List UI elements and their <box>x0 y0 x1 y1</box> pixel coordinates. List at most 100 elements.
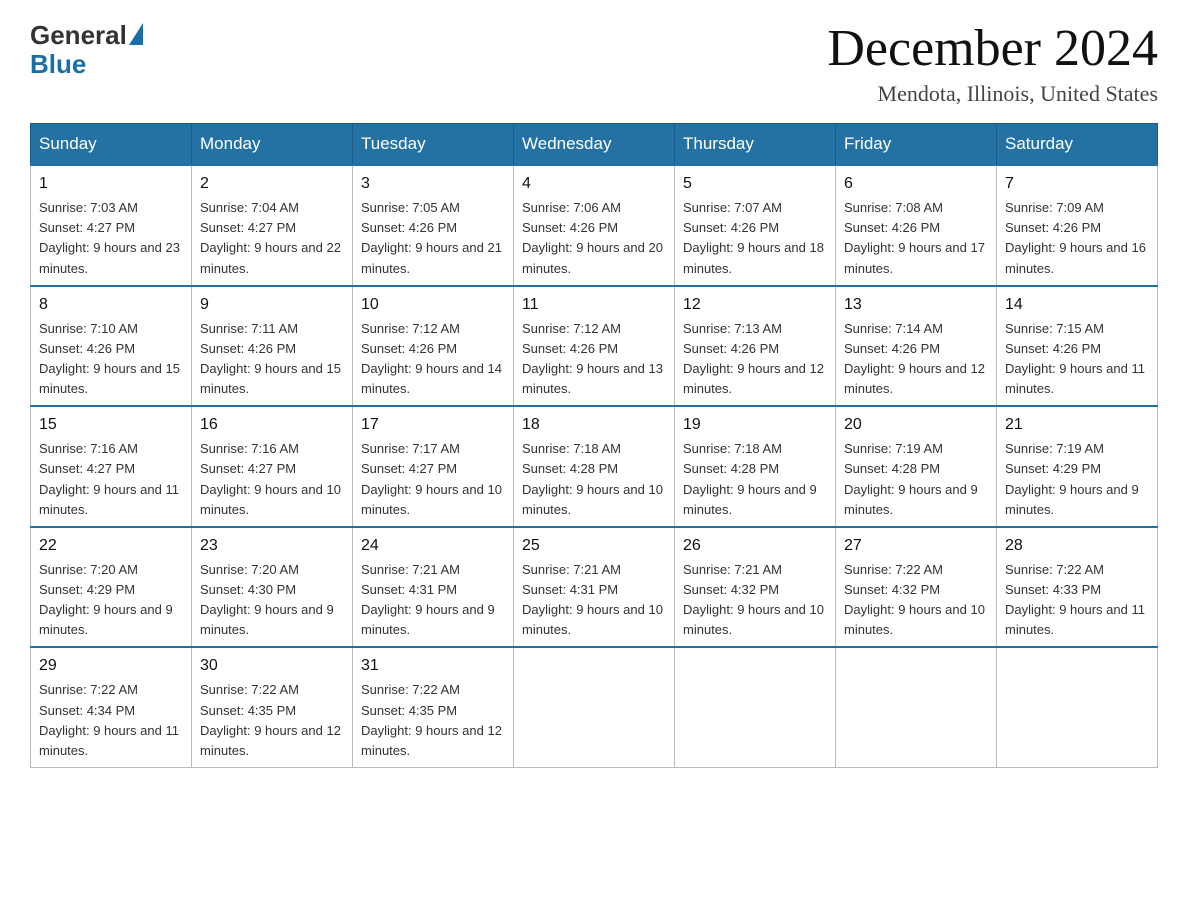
col-monday: Monday <box>192 124 353 166</box>
col-thursday: Thursday <box>675 124 836 166</box>
col-sunday: Sunday <box>31 124 192 166</box>
table-row: 1 Sunrise: 7:03 AMSunset: 4:27 PMDayligh… <box>31 165 192 286</box>
day-number: 14 <box>1005 293 1149 317</box>
day-number: 2 <box>200 172 344 196</box>
day-info: Sunrise: 7:22 AMSunset: 4:35 PMDaylight:… <box>200 682 341 757</box>
table-row: 17 Sunrise: 7:17 AMSunset: 4:27 PMDaylig… <box>353 406 514 527</box>
day-number: 10 <box>361 293 505 317</box>
table-row: 25 Sunrise: 7:21 AMSunset: 4:31 PMDaylig… <box>514 527 675 648</box>
logo: General Blue <box>30 20 143 80</box>
day-number: 24 <box>361 534 505 558</box>
day-number: 29 <box>39 654 183 678</box>
day-number: 30 <box>200 654 344 678</box>
col-friday: Friday <box>836 124 997 166</box>
table-row: 23 Sunrise: 7:20 AMSunset: 4:30 PMDaylig… <box>192 527 353 648</box>
table-row: 5 Sunrise: 7:07 AMSunset: 4:26 PMDayligh… <box>675 165 836 286</box>
table-row: 21 Sunrise: 7:19 AMSunset: 4:29 PMDaylig… <box>997 406 1158 527</box>
day-number: 13 <box>844 293 988 317</box>
table-row: 18 Sunrise: 7:18 AMSunset: 4:28 PMDaylig… <box>514 406 675 527</box>
day-info: Sunrise: 7:22 AMSunset: 4:33 PMDaylight:… <box>1005 562 1145 637</box>
table-row: 29 Sunrise: 7:22 AMSunset: 4:34 PMDaylig… <box>31 647 192 767</box>
table-row <box>997 647 1158 767</box>
day-info: Sunrise: 7:22 AMSunset: 4:32 PMDaylight:… <box>844 562 985 637</box>
day-number: 19 <box>683 413 827 437</box>
table-row: 11 Sunrise: 7:12 AMSunset: 4:26 PMDaylig… <box>514 286 675 407</box>
table-row: 13 Sunrise: 7:14 AMSunset: 4:26 PMDaylig… <box>836 286 997 407</box>
day-info: Sunrise: 7:21 AMSunset: 4:31 PMDaylight:… <box>361 562 495 637</box>
day-info: Sunrise: 7:08 AMSunset: 4:26 PMDaylight:… <box>844 200 985 275</box>
table-row: 14 Sunrise: 7:15 AMSunset: 4:26 PMDaylig… <box>997 286 1158 407</box>
day-info: Sunrise: 7:21 AMSunset: 4:32 PMDaylight:… <box>683 562 824 637</box>
table-row <box>836 647 997 767</box>
day-number: 23 <box>200 534 344 558</box>
table-row: 16 Sunrise: 7:16 AMSunset: 4:27 PMDaylig… <box>192 406 353 527</box>
day-number: 25 <box>522 534 666 558</box>
day-info: Sunrise: 7:19 AMSunset: 4:28 PMDaylight:… <box>844 441 978 516</box>
day-info: Sunrise: 7:19 AMSunset: 4:29 PMDaylight:… <box>1005 441 1139 516</box>
day-number: 5 <box>683 172 827 196</box>
table-row: 22 Sunrise: 7:20 AMSunset: 4:29 PMDaylig… <box>31 527 192 648</box>
location-text: Mendota, Illinois, United States <box>827 81 1158 107</box>
table-row: 4 Sunrise: 7:06 AMSunset: 4:26 PMDayligh… <box>514 165 675 286</box>
table-row: 24 Sunrise: 7:21 AMSunset: 4:31 PMDaylig… <box>353 527 514 648</box>
day-number: 6 <box>844 172 988 196</box>
col-saturday: Saturday <box>997 124 1158 166</box>
day-number: 22 <box>39 534 183 558</box>
logo-blue-text: Blue <box>30 49 86 80</box>
table-row: 30 Sunrise: 7:22 AMSunset: 4:35 PMDaylig… <box>192 647 353 767</box>
day-info: Sunrise: 7:20 AMSunset: 4:30 PMDaylight:… <box>200 562 334 637</box>
day-number: 9 <box>200 293 344 317</box>
title-area: December 2024 Mendota, Illinois, United … <box>827 20 1158 107</box>
day-info: Sunrise: 7:07 AMSunset: 4:26 PMDaylight:… <box>683 200 824 275</box>
day-info: Sunrise: 7:05 AMSunset: 4:26 PMDaylight:… <box>361 200 502 275</box>
day-info: Sunrise: 7:03 AMSunset: 4:27 PMDaylight:… <box>39 200 180 275</box>
day-info: Sunrise: 7:18 AMSunset: 4:28 PMDaylight:… <box>522 441 663 516</box>
day-number: 4 <box>522 172 666 196</box>
day-number: 8 <box>39 293 183 317</box>
day-number: 11 <box>522 293 666 317</box>
day-info: Sunrise: 7:16 AMSunset: 4:27 PMDaylight:… <box>200 441 341 516</box>
day-number: 12 <box>683 293 827 317</box>
day-number: 27 <box>844 534 988 558</box>
table-row: 31 Sunrise: 7:22 AMSunset: 4:35 PMDaylig… <box>353 647 514 767</box>
day-number: 7 <box>1005 172 1149 196</box>
day-info: Sunrise: 7:13 AMSunset: 4:26 PMDaylight:… <box>683 321 824 396</box>
day-info: Sunrise: 7:04 AMSunset: 4:27 PMDaylight:… <box>200 200 341 275</box>
table-row: 26 Sunrise: 7:21 AMSunset: 4:32 PMDaylig… <box>675 527 836 648</box>
day-info: Sunrise: 7:11 AMSunset: 4:26 PMDaylight:… <box>200 321 341 396</box>
day-number: 20 <box>844 413 988 437</box>
day-info: Sunrise: 7:15 AMSunset: 4:26 PMDaylight:… <box>1005 321 1145 396</box>
calendar-week-row: 1 Sunrise: 7:03 AMSunset: 4:27 PMDayligh… <box>31 165 1158 286</box>
day-info: Sunrise: 7:18 AMSunset: 4:28 PMDaylight:… <box>683 441 817 516</box>
col-tuesday: Tuesday <box>353 124 514 166</box>
logo-general-text: General <box>30 20 127 51</box>
day-number: 21 <box>1005 413 1149 437</box>
calendar-header-row: Sunday Monday Tuesday Wednesday Thursday… <box>31 124 1158 166</box>
day-info: Sunrise: 7:17 AMSunset: 4:27 PMDaylight:… <box>361 441 502 516</box>
table-row <box>514 647 675 767</box>
day-number: 31 <box>361 654 505 678</box>
day-info: Sunrise: 7:16 AMSunset: 4:27 PMDaylight:… <box>39 441 179 516</box>
day-number: 1 <box>39 172 183 196</box>
table-row: 27 Sunrise: 7:22 AMSunset: 4:32 PMDaylig… <box>836 527 997 648</box>
day-number: 28 <box>1005 534 1149 558</box>
month-title: December 2024 <box>827 20 1158 77</box>
calendar-table: Sunday Monday Tuesday Wednesday Thursday… <box>30 123 1158 768</box>
day-number: 26 <box>683 534 827 558</box>
table-row <box>675 647 836 767</box>
day-info: Sunrise: 7:10 AMSunset: 4:26 PMDaylight:… <box>39 321 180 396</box>
col-wednesday: Wednesday <box>514 124 675 166</box>
table-row: 7 Sunrise: 7:09 AMSunset: 4:26 PMDayligh… <box>997 165 1158 286</box>
day-info: Sunrise: 7:12 AMSunset: 4:26 PMDaylight:… <box>361 321 502 396</box>
day-number: 15 <box>39 413 183 437</box>
day-number: 16 <box>200 413 344 437</box>
day-number: 17 <box>361 413 505 437</box>
table-row: 12 Sunrise: 7:13 AMSunset: 4:26 PMDaylig… <box>675 286 836 407</box>
day-info: Sunrise: 7:09 AMSunset: 4:26 PMDaylight:… <box>1005 200 1146 275</box>
table-row: 6 Sunrise: 7:08 AMSunset: 4:26 PMDayligh… <box>836 165 997 286</box>
table-row: 19 Sunrise: 7:18 AMSunset: 4:28 PMDaylig… <box>675 406 836 527</box>
table-row: 8 Sunrise: 7:10 AMSunset: 4:26 PMDayligh… <box>31 286 192 407</box>
calendar-week-row: 22 Sunrise: 7:20 AMSunset: 4:29 PMDaylig… <box>31 527 1158 648</box>
page-header: General Blue December 2024 Mendota, Illi… <box>30 20 1158 107</box>
day-info: Sunrise: 7:22 AMSunset: 4:34 PMDaylight:… <box>39 682 179 757</box>
